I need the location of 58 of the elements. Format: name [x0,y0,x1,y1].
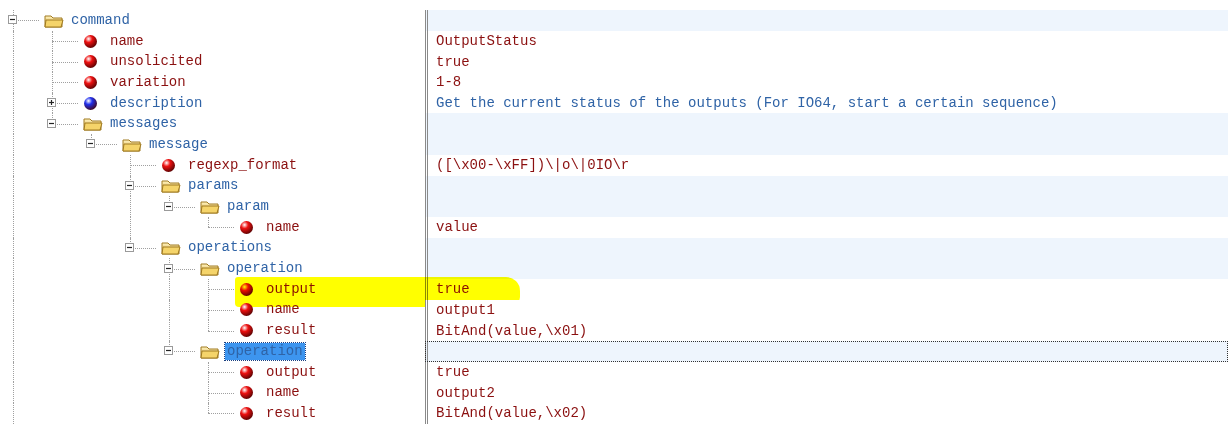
node-name[interactable]: variation [108,73,188,91]
node-value: true [436,281,470,298]
node-name[interactable]: name [264,384,302,402]
node-name[interactable]: operation [225,260,305,278]
node-value: Get the current status of the outputs (For IO64, start a certain sequence) [436,95,1058,112]
collapse-toggle[interactable] [125,180,134,190]
node-name[interactable]: unsolicited [108,53,205,71]
node-value: BitAnd(value,\x02) [436,405,588,422]
folder-icon [161,240,181,256]
collapse-toggle[interactable] [164,346,173,356]
collapse-toggle[interactable] [47,118,56,128]
collapse-toggle[interactable] [164,263,173,273]
ball-icon [83,33,98,49]
expand-toggle[interactable] [47,98,56,108]
node-name[interactable]: regexp_format [186,156,300,174]
collapse-toggle[interactable] [8,15,17,25]
node-value: value [436,219,478,236]
folder-icon [161,178,181,194]
ball-icon [239,323,254,339]
ball-icon [239,385,254,401]
folder-icon [200,199,220,215]
node-value: output2 [436,384,495,401]
ball-icon [83,54,98,70]
folder-icon [200,343,220,359]
node-name[interactable]: name [264,218,302,236]
node-name[interactable]: command [69,11,132,29]
node-name[interactable]: result [264,404,319,422]
node-value: BitAnd(value,\x01) [436,322,588,339]
node-name[interactable]: param [225,198,271,216]
node-value: output1 [436,301,495,318]
ball-icon [239,364,254,380]
ball-icon [239,219,254,235]
node-value: 1-8 [436,74,462,91]
node-name[interactable]: name [108,32,146,50]
node-name[interactable]: output [264,363,319,381]
ball-icon [83,95,98,111]
folder-icon [44,12,64,28]
node-value: true [436,53,470,70]
node-name[interactable]: message [147,135,210,153]
node-name[interactable]: result [264,322,319,340]
folder-icon [83,116,103,132]
node-value: true [436,364,470,381]
node-name[interactable]: operations [186,239,274,257]
folder-icon [200,261,220,277]
ball-icon [239,405,254,421]
collapse-toggle[interactable] [125,242,134,252]
node-name[interactable]: output [264,280,319,298]
collapse-toggle[interactable] [86,139,95,149]
node-value: ([\x00-\xFF])\|o\|0IO\r [436,157,630,174]
ball-icon [83,74,98,90]
ball-icon [239,302,254,318]
node-name[interactable]: messages [108,115,180,133]
folder-icon [122,136,142,152]
node-value: OutputStatus [436,33,537,50]
node-name[interactable]: description [108,94,205,112]
collapse-toggle[interactable] [164,201,173,211]
ball-icon [161,157,176,173]
node-name[interactable]: params [186,177,241,195]
